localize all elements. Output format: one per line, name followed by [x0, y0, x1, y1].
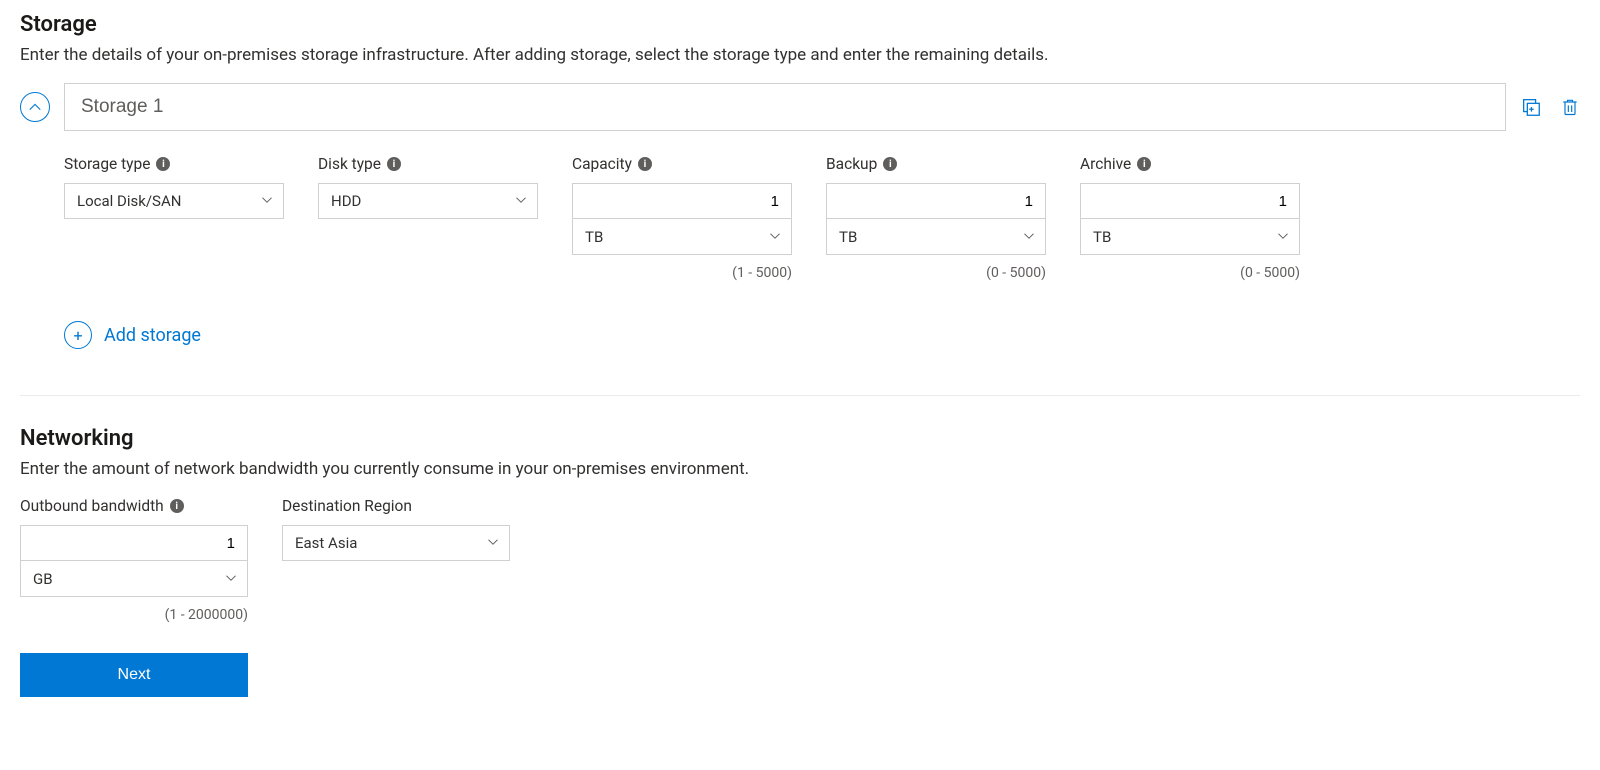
- networking-heading: Networking: [20, 426, 1580, 451]
- storage-description: Enter the details of your on-premises st…: [20, 45, 1580, 65]
- networking-description: Enter the amount of network bandwidth yo…: [20, 459, 1580, 479]
- archive-hint: (0 - 5000): [1080, 265, 1300, 281]
- region-label: Destination Region: [282, 497, 510, 515]
- chevron-down-icon: [769, 230, 781, 242]
- archive-label: Archive i: [1080, 155, 1300, 173]
- section-divider: [20, 395, 1580, 396]
- chevron-down-icon: [1023, 230, 1035, 242]
- storage-name-input[interactable]: [64, 83, 1506, 131]
- storage-type-select[interactable]: Local Disk/SAN: [64, 183, 284, 219]
- outbound-input[interactable]: [20, 525, 248, 561]
- info-icon[interactable]: i: [1137, 157, 1151, 171]
- duplicate-icon[interactable]: [1520, 96, 1542, 118]
- backup-hint: (0 - 5000): [826, 265, 1046, 281]
- outbound-unit-select[interactable]: GB: [20, 561, 248, 597]
- next-button[interactable]: Next: [20, 653, 248, 697]
- info-icon[interactable]: i: [883, 157, 897, 171]
- add-storage-button[interactable]: + Add storage: [64, 321, 201, 349]
- backup-unit-select[interactable]: TB: [826, 219, 1046, 255]
- info-icon[interactable]: i: [638, 157, 652, 171]
- chevron-down-icon: [1277, 230, 1289, 242]
- storage-heading: Storage: [20, 12, 1580, 37]
- info-icon[interactable]: i: [156, 157, 170, 171]
- archive-input[interactable]: [1080, 183, 1300, 219]
- info-icon[interactable]: i: [170, 499, 184, 513]
- backup-label: Backup i: [826, 155, 1046, 173]
- collapse-toggle[interactable]: [20, 92, 50, 122]
- capacity-hint: (1 - 5000): [572, 265, 792, 281]
- storage-type-label: Storage type i: [64, 155, 284, 173]
- capacity-input[interactable]: [572, 183, 792, 219]
- chevron-up-icon: [28, 100, 42, 114]
- capacity-unit-select[interactable]: TB: [572, 219, 792, 255]
- backup-input[interactable]: [826, 183, 1046, 219]
- archive-unit-select[interactable]: TB: [1080, 219, 1300, 255]
- capacity-label: Capacity i: [572, 155, 792, 173]
- outbound-label: Outbound bandwidth i: [20, 497, 248, 515]
- chevron-down-icon: [487, 536, 499, 548]
- chevron-down-icon: [261, 194, 273, 206]
- region-select[interactable]: East Asia: [282, 525, 510, 561]
- info-icon[interactable]: i: [387, 157, 401, 171]
- outbound-hint: (1 - 2000000): [20, 607, 248, 623]
- disk-type-select[interactable]: HDD: [318, 183, 538, 219]
- disk-type-label: Disk type i: [318, 155, 538, 173]
- delete-icon[interactable]: [1560, 96, 1580, 118]
- chevron-down-icon: [515, 194, 527, 206]
- chevron-down-icon: [225, 572, 237, 584]
- plus-icon: +: [64, 321, 92, 349]
